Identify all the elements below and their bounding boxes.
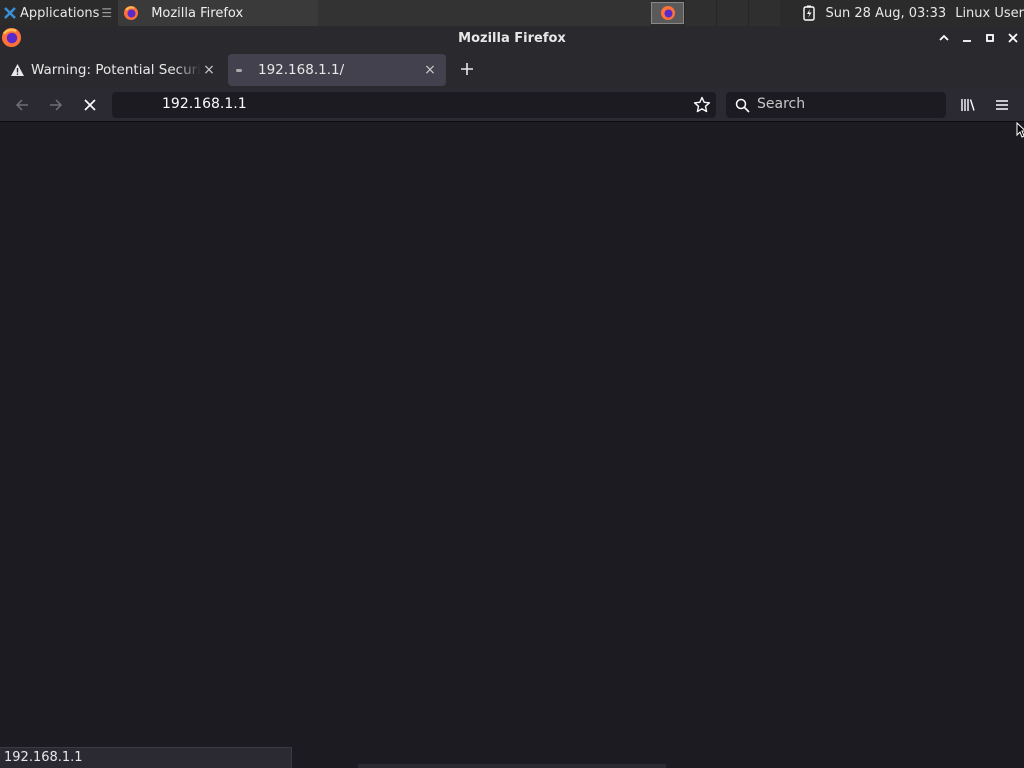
stop-icon xyxy=(84,99,96,111)
new-tab-button[interactable] xyxy=(452,54,482,84)
taskbar-window-area xyxy=(318,0,652,26)
window-titlebar: Mozilla Firefox xyxy=(0,26,1024,50)
findbar-remnant xyxy=(358,764,666,768)
close-tab-icon[interactable]: × xyxy=(201,62,217,78)
tab-label: 192.168.1.1/ xyxy=(258,62,345,78)
maximize-button[interactable] xyxy=(978,26,1001,50)
firefox-icon xyxy=(124,6,139,20)
chevron-up-icon[interactable] xyxy=(932,26,955,50)
url-input[interactable]: 192.168.1.1 xyxy=(162,96,247,112)
search-input[interactable]: Search xyxy=(757,96,805,112)
workspace-4[interactable] xyxy=(748,0,781,26)
forward-button[interactable] xyxy=(44,93,68,117)
stop-button[interactable] xyxy=(78,93,102,117)
workspace-1[interactable] xyxy=(651,2,685,24)
back-button[interactable] xyxy=(10,93,34,117)
navigation-toolbar: 192.168.1.1 Search xyxy=(0,88,1024,122)
tab-active[interactable]: 192.168.1.1/ × xyxy=(228,54,446,86)
tab-bar: Warning: Potential Security Risk Ahead ×… xyxy=(0,50,1024,88)
arrow-left-icon xyxy=(15,99,28,111)
close-window-button[interactable] xyxy=(1001,26,1024,50)
menu-separator-icon: ☰ xyxy=(101,6,113,20)
window-title: Mozilla Firefox xyxy=(458,30,566,46)
applications-menu-button[interactable]: Applications ☰ xyxy=(0,0,116,26)
firefox-icon xyxy=(1,27,22,48)
workspace-2[interactable] xyxy=(684,0,717,26)
bookmark-star-icon[interactable] xyxy=(693,96,711,114)
arrow-right-icon xyxy=(50,99,63,111)
applications-icon xyxy=(4,7,16,19)
desktop-taskbar: Applications ☰ Mozilla Firefox Sun 28 Au… xyxy=(0,0,1024,26)
close-tab-icon[interactable]: × xyxy=(422,62,438,78)
battery-icon[interactable] xyxy=(802,5,816,21)
taskbar-window-firefox[interactable]: Mozilla Firefox xyxy=(118,0,319,26)
status-bar: 192.168.1.1 xyxy=(0,747,292,768)
tab-warning[interactable]: Warning: Potential Security Risk Ahead × xyxy=(0,54,225,86)
search-bar[interactable]: Search xyxy=(726,92,946,118)
tab-label: Warning: Potential Security Risk Ahead xyxy=(31,62,201,78)
workspace-3[interactable] xyxy=(716,0,749,26)
warning-icon xyxy=(11,64,24,76)
url-bar[interactable]: 192.168.1.1 xyxy=(112,92,716,118)
app-menu-button[interactable] xyxy=(990,93,1014,117)
mouse-cursor-icon xyxy=(1016,122,1024,138)
search-icon xyxy=(735,98,750,113)
loading-dot-icon xyxy=(236,68,242,72)
applications-label: Applications xyxy=(20,5,100,21)
taskbar-window-label: Mozilla Firefox xyxy=(151,5,244,21)
library-button[interactable] xyxy=(956,93,980,117)
clock[interactable]: Sun 28 Aug, 03:33 xyxy=(826,6,947,21)
minimize-button[interactable] xyxy=(955,26,978,50)
firefox-workspace-icon xyxy=(660,6,675,20)
plus-icon xyxy=(461,63,473,75)
user-menu[interactable]: Linux User xyxy=(955,6,1024,21)
hamburger-icon xyxy=(996,100,1008,110)
library-icon xyxy=(961,99,975,111)
page-content[interactable] xyxy=(0,122,1024,768)
